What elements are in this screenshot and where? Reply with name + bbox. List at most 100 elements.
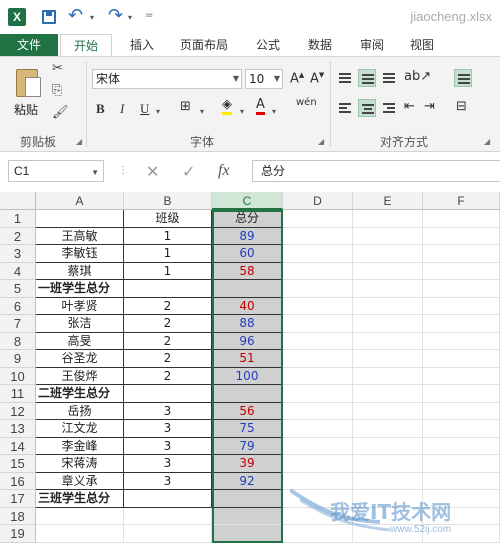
- align-left-icon[interactable]: [336, 99, 354, 117]
- cell-d[interactable]: [283, 420, 353, 438]
- cell-c[interactable]: 100: [212, 367, 283, 385]
- cell-d[interactable]: [283, 262, 353, 280]
- increase-indent-icon[interactable]: ⇥: [424, 99, 435, 114]
- row-header[interactable]: 7: [0, 315, 36, 333]
- cell-e[interactable]: [353, 297, 423, 315]
- tab-page-layout[interactable]: 页面布局: [172, 34, 236, 56]
- cell-a[interactable]: 王俊烨: [36, 367, 124, 385]
- cell-a[interactable]: 叶孝贤: [36, 297, 124, 315]
- row-header[interactable]: 1: [0, 210, 36, 228]
- formula-input[interactable]: 总分: [252, 160, 500, 182]
- row-header[interactable]: 6: [0, 297, 36, 315]
- column-header-a[interactable]: A: [36, 192, 124, 210]
- cell-a[interactable]: 江文龙: [36, 420, 124, 438]
- cell-a[interactable]: 高旻: [36, 332, 124, 350]
- cell-e[interactable]: [353, 490, 423, 508]
- cell-d[interactable]: [283, 297, 353, 315]
- increase-font-icon[interactable]: A▲: [290, 71, 304, 86]
- font-size-select[interactable]: 10 ▼: [245, 69, 283, 89]
- row-header[interactable]: 9: [0, 350, 36, 368]
- row-header[interactable]: 16: [0, 472, 36, 490]
- cell-c[interactable]: 39: [212, 455, 283, 473]
- cell-f[interactable]: [423, 210, 500, 228]
- cell-e[interactable]: [353, 367, 423, 385]
- cell-f[interactable]: [423, 227, 500, 245]
- cell-b[interactable]: 3: [124, 437, 212, 455]
- paste-button-label[interactable]: 粘贴: [14, 101, 38, 118]
- merge-center-icon[interactable]: ⊟: [456, 99, 467, 114]
- cell-a[interactable]: [36, 507, 124, 525]
- cell-f[interactable]: [423, 262, 500, 280]
- orientation-icon[interactable]: ab↗: [404, 69, 431, 84]
- cell-c[interactable]: 40: [212, 297, 283, 315]
- cell-c[interactable]: 51: [212, 350, 283, 368]
- tab-insert[interactable]: 插入: [120, 34, 164, 56]
- row-header[interactable]: 14: [0, 437, 36, 455]
- tab-home[interactable]: 开始: [60, 34, 112, 57]
- bold-button[interactable]: B: [96, 101, 105, 117]
- cell-c[interactable]: [212, 490, 283, 508]
- cell-f[interactable]: [423, 472, 500, 490]
- cell-f[interactable]: [423, 297, 500, 315]
- align-middle-icon[interactable]: [358, 69, 376, 87]
- cell-e[interactable]: [353, 332, 423, 350]
- row-header[interactable]: 3: [0, 245, 36, 263]
- cell-c[interactable]: 79: [212, 437, 283, 455]
- wrap-text-icon[interactable]: [454, 69, 472, 87]
- cell-f[interactable]: [423, 245, 500, 263]
- cell-e[interactable]: [353, 507, 423, 525]
- decrease-indent-icon[interactable]: ⇤: [404, 99, 415, 114]
- fill-color-icon[interactable]: ◈: [222, 97, 232, 115]
- redo-dropdown-icon[interactable]: ▾: [128, 13, 132, 22]
- row-header[interactable]: 12: [0, 402, 36, 420]
- cell-b[interactable]: 3: [124, 420, 212, 438]
- cell-b[interactable]: 3: [124, 472, 212, 490]
- cell-f[interactable]: [423, 350, 500, 368]
- enter-icon[interactable]: ✓: [182, 162, 195, 181]
- cell-b[interactable]: 1: [124, 227, 212, 245]
- cell-b[interactable]: 2: [124, 332, 212, 350]
- cell-c[interactable]: 60: [212, 245, 283, 263]
- cell-f[interactable]: [423, 437, 500, 455]
- cell-c[interactable]: [212, 385, 283, 403]
- undo-icon[interactable]: ↶: [68, 5, 83, 26]
- cell-b[interactable]: 2: [124, 297, 212, 315]
- align-bottom-icon[interactable]: [380, 69, 398, 87]
- cell-d[interactable]: [283, 280, 353, 298]
- redo-icon[interactable]: ↷: [108, 5, 123, 26]
- cell-a[interactable]: 章义承: [36, 472, 124, 490]
- cell-f[interactable]: [423, 525, 500, 543]
- cell-f[interactable]: [423, 367, 500, 385]
- select-all-corner[interactable]: [0, 192, 36, 210]
- cell-b[interactable]: 1: [124, 245, 212, 263]
- row-header[interactable]: 11: [0, 385, 36, 403]
- insert-function-icon[interactable]: fx: [218, 162, 230, 180]
- cell-e[interactable]: [353, 262, 423, 280]
- cell-f[interactable]: [423, 332, 500, 350]
- cell-b[interactable]: 3: [124, 455, 212, 473]
- fill-color-dropdown-icon[interactable]: ▾: [240, 107, 244, 116]
- cell-c[interactable]: 75: [212, 420, 283, 438]
- cell-a[interactable]: 谷圣龙: [36, 350, 124, 368]
- cell-d[interactable]: [283, 315, 353, 333]
- cell-c[interactable]: [212, 280, 283, 298]
- cell-b[interactable]: 2: [124, 367, 212, 385]
- cell-e[interactable]: [353, 472, 423, 490]
- cell-b[interactable]: 班级: [124, 210, 212, 228]
- undo-dropdown-icon[interactable]: ▾: [90, 13, 94, 22]
- cell-b[interactable]: [124, 507, 212, 525]
- cell-f[interactable]: [423, 420, 500, 438]
- name-box[interactable]: C1 ▼: [8, 160, 104, 182]
- underline-dropdown-icon[interactable]: ▾: [156, 107, 160, 116]
- cell-d[interactable]: [283, 437, 353, 455]
- cell-b[interactable]: [124, 490, 212, 508]
- align-center-icon[interactable]: [358, 99, 376, 117]
- italic-button[interactable]: I: [120, 101, 124, 117]
- cell-e[interactable]: [353, 350, 423, 368]
- paste-icon[interactable]: [16, 65, 42, 97]
- cell-c[interactable]: [212, 525, 283, 543]
- cell-f[interactable]: [423, 280, 500, 298]
- tab-formulas[interactable]: 公式: [246, 34, 290, 56]
- cell-c[interactable]: 56: [212, 402, 283, 420]
- cell-e[interactable]: [353, 437, 423, 455]
